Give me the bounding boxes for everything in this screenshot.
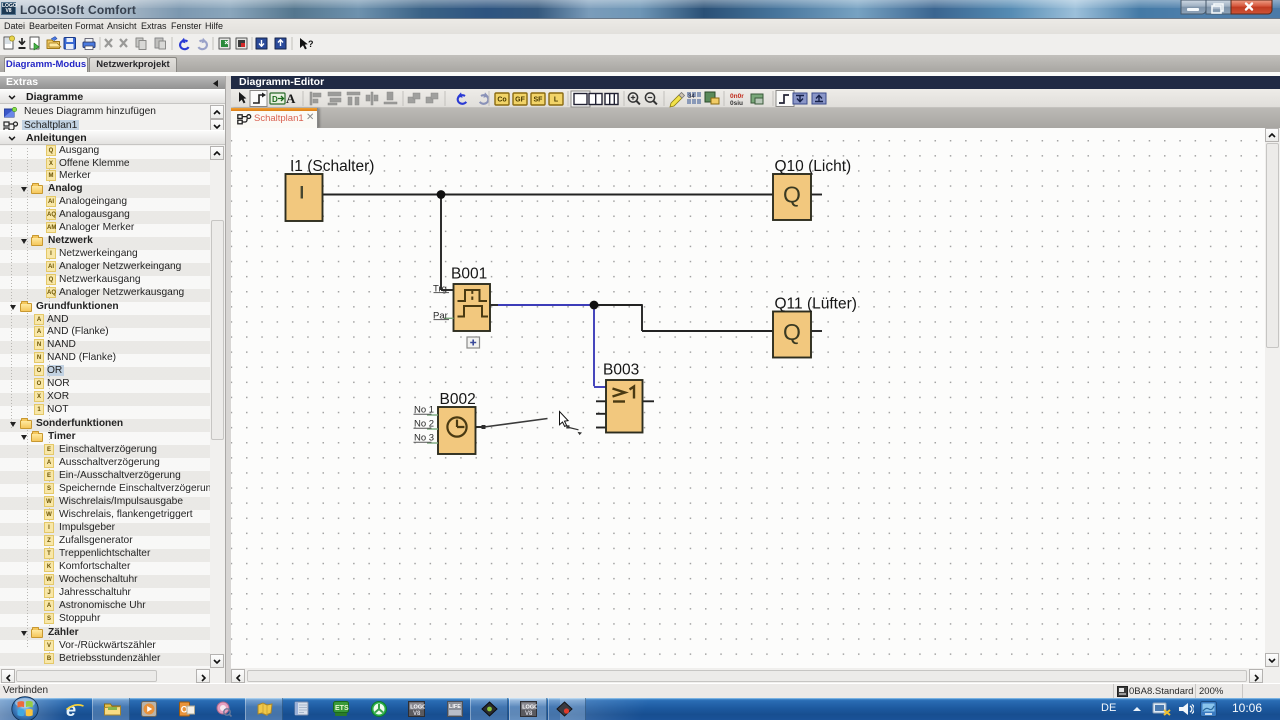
svg-text:I1 (Schalter): I1 (Schalter) xyxy=(290,158,374,175)
svg-text:0siu: 0siu xyxy=(730,100,743,107)
svg-text:Q10 (Licht): Q10 (Licht) xyxy=(775,158,852,175)
svg-text:LOGO: LOGO xyxy=(410,705,425,711)
svg-text:LOGO: LOGO xyxy=(522,705,537,711)
svg-text:V8: V8 xyxy=(525,711,533,717)
svg-text:Co: Co xyxy=(497,97,506,104)
svg-text:LIFE: LIFE xyxy=(449,704,461,710)
svg-text:A: A xyxy=(286,91,296,106)
svg-text:B002: B002 xyxy=(440,391,476,408)
svg-text:B003: B003 xyxy=(603,362,639,379)
svg-text:Q: Q xyxy=(783,319,801,345)
svg-text:GF: GF xyxy=(515,97,525,104)
svg-text:D: D xyxy=(272,95,278,104)
svg-text:?: ? xyxy=(308,39,314,49)
svg-text:0n0r: 0n0r xyxy=(730,93,744,100)
svg-text:V8: V8 xyxy=(413,711,421,717)
svg-text:Q: Q xyxy=(783,182,801,208)
svg-text:SF: SF xyxy=(534,97,544,104)
svg-text:Q11 (Lüfter): Q11 (Lüfter) xyxy=(775,296,857,313)
svg-text:B001: B001 xyxy=(451,266,487,283)
svg-text:34: 34 xyxy=(688,94,695,100)
svg-text:L: L xyxy=(554,97,559,104)
svg-text:ETS: ETS xyxy=(335,705,349,712)
